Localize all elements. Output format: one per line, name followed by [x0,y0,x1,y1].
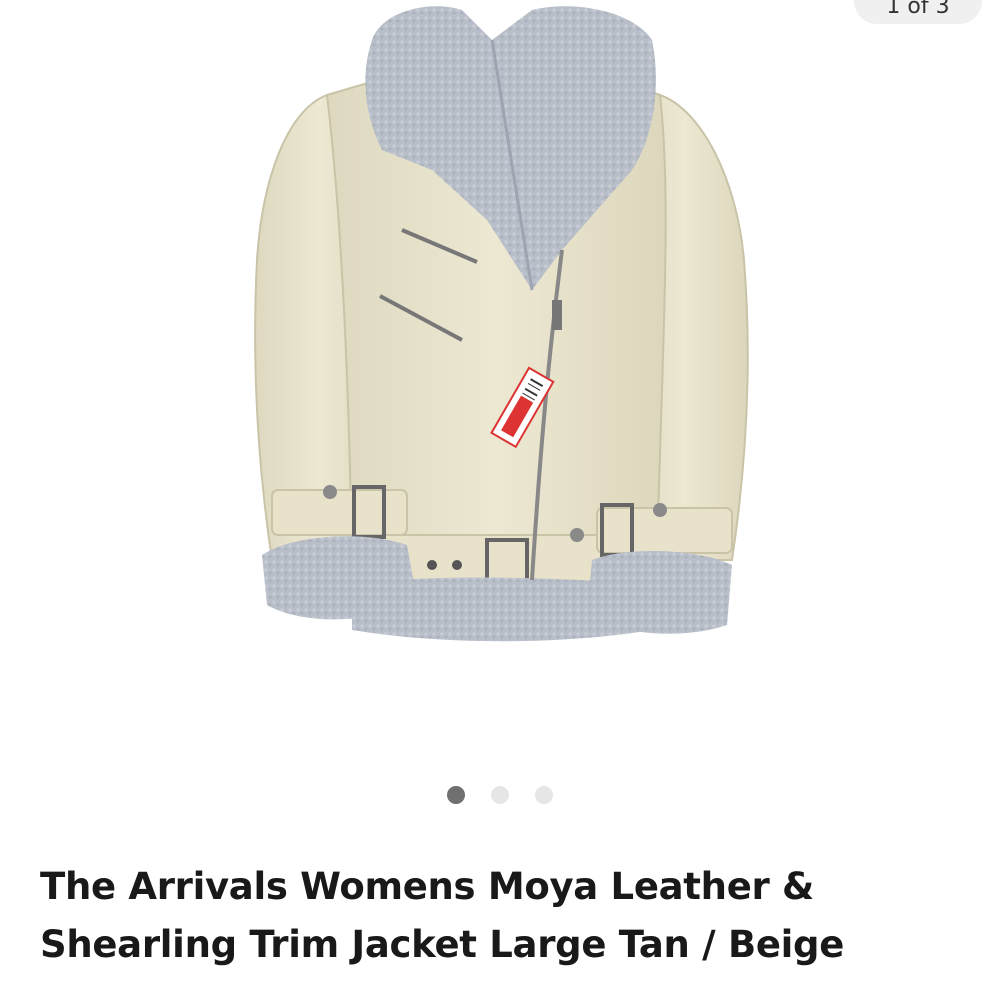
image-counter-badge: 1 of 3 [854,0,982,24]
jacket-illustration [232,0,768,745]
listing-page: 1 of 3 The Arrivals Womens Moya Leather … [0,0,1000,1000]
carousel-dot-1[interactable] [447,786,465,804]
carousel-dot-2[interactable] [491,786,509,804]
carousel-dot-3[interactable] [535,786,553,804]
image-carousel-dots [0,786,1000,804]
product-image[interactable] [232,0,768,745]
listing-title: The Arrivals Womens Moya Leather & Shear… [40,865,845,966]
